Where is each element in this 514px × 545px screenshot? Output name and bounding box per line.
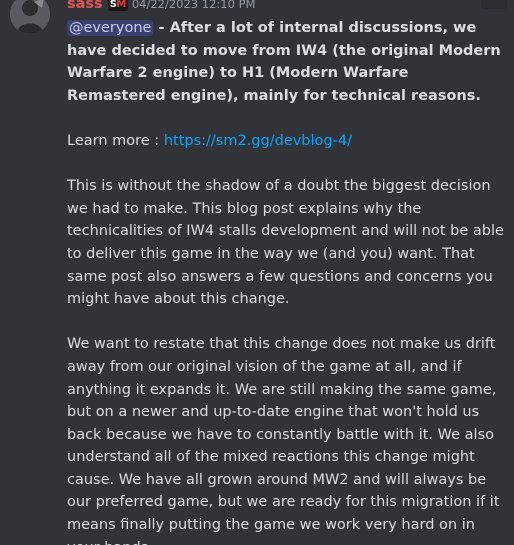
learn-more-line: Learn more : https://sm2.gg/devblog-4/	[67, 130, 507, 153]
timestamp: 04/22/2023 12:10 PM	[131, 0, 256, 11]
message-content: @everyone - After a lot of internal disc…	[67, 17, 507, 545]
devblog-link[interactable]: https://sm2.gg/devblog-4/	[164, 133, 352, 149]
avatar[interactable]	[10, 0, 50, 34]
author-name[interactable]: sass	[67, 0, 103, 12]
learn-more-label: Learn more :	[67, 132, 164, 149]
message-header: sass SM 04/22/2023 12:10 PM	[67, 0, 255, 15]
everyone-mention[interactable]: @everyone	[67, 20, 154, 36]
avatar-image	[10, 0, 50, 34]
explanation-paragraph: This is without the shadow of a doubt th…	[67, 178, 504, 308]
restatement-paragraph: We want to restate that this change does…	[67, 336, 500, 545]
message-actions-button[interactable]	[481, 0, 507, 9]
badge-letter-s: S	[109, 0, 117, 10]
announcement-paragraph: @everyone - After a lot of internal disc…	[67, 17, 507, 107]
role-badge[interactable]: SM	[107, 0, 128, 11]
badge-letter-m: M	[116, 0, 126, 10]
